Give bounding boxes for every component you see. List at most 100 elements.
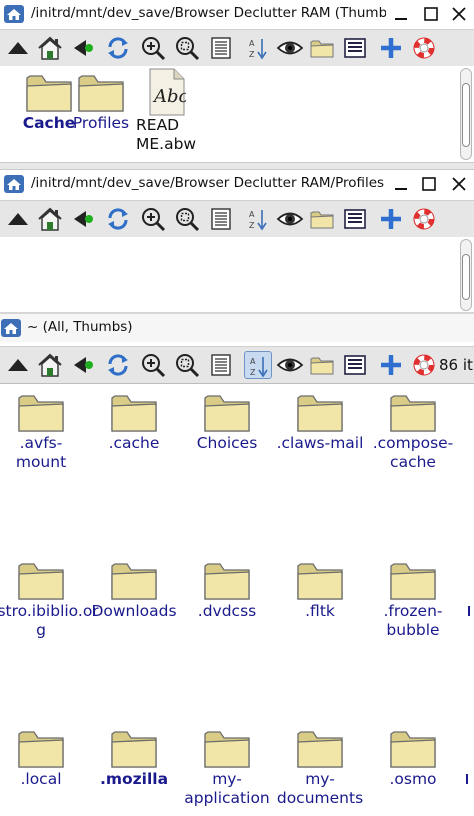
- folder-item[interactable]: .local: [0, 726, 86, 789]
- folder-item[interactable]: Downloads: [89, 558, 179, 621]
- folder-item[interactable]: .cache: [89, 390, 179, 453]
- file-label: Downloads: [91, 602, 177, 620]
- folder-item[interactable]: .frozen-bubble: [368, 558, 458, 640]
- zoom-in-button[interactable]: [139, 34, 167, 62]
- home-button[interactable]: [36, 205, 64, 233]
- back-button[interactable]: [68, 351, 96, 379]
- zoom-in-button[interactable]: [139, 351, 167, 379]
- back-button[interactable]: [68, 34, 96, 62]
- minimize-button[interactable]: [392, 5, 410, 23]
- folder-item[interactable]: .osmo: [368, 726, 458, 789]
- sort-button[interactable]: AZ: [244, 351, 272, 379]
- zoom-fit-icon: [176, 37, 200, 61]
- folder-item[interactable]: .dvdcss: [182, 558, 272, 621]
- home-button[interactable]: [36, 351, 64, 379]
- abiword-document-icon: Abc: [149, 68, 186, 116]
- folder-icon: [18, 731, 64, 768]
- folder-item[interactable]: distro.ibiblio.org: [0, 558, 99, 640]
- help-button[interactable]: [410, 351, 438, 379]
- back-button[interactable]: [68, 205, 96, 233]
- file-label: .osmo: [389, 770, 437, 788]
- zoom-fit-button[interactable]: [173, 34, 201, 62]
- zoom-fit-button[interactable]: [173, 205, 201, 233]
- file-label: my-documents: [276, 770, 364, 807]
- eye-icon: [276, 41, 304, 55]
- file-area: .avfs-mount .cache Choices .claws-mail .…: [0, 384, 474, 816]
- title-bar[interactable]: /initrd/mnt/dev_save/Browser Declutter R…: [0, 0, 474, 28]
- up-arrow-button[interactable]: [4, 351, 32, 379]
- sort-button[interactable]: AZ: [244, 205, 272, 233]
- item-count: 86 it: [439, 356, 473, 374]
- folder-item[interactable]: .fltk: [275, 558, 365, 621]
- up-arrow-button[interactable]: [4, 205, 32, 233]
- vertical-scrollbar[interactable]: [460, 68, 472, 160]
- folder-item[interactable]: .claws-mail: [275, 390, 365, 453]
- list-button[interactable]: [341, 351, 369, 379]
- close-button[interactable]: [450, 175, 468, 193]
- plus-button[interactable]: [377, 205, 405, 233]
- eye-button[interactable]: [276, 205, 304, 233]
- document-item[interactable]: Abc READ ME.abw: [121, 68, 201, 154]
- svg-text:Abc: Abc: [152, 86, 186, 107]
- folder-icon: [297, 731, 343, 768]
- folder-icon: [310, 211, 334, 229]
- refresh-button[interactable]: [104, 351, 132, 379]
- plus-button[interactable]: [377, 351, 405, 379]
- close-button[interactable]: [450, 5, 468, 23]
- filer-window-home: ~ (All, Thumbs) AZ 86 it .avfs-mount .ca…: [0, 314, 474, 816]
- folder-item[interactable]: .avfs-mount: [0, 390, 86, 472]
- details-button[interactable]: [207, 205, 235, 233]
- minimize-button[interactable]: [392, 175, 410, 193]
- up-arrow-icon: [8, 42, 28, 54]
- refresh-button[interactable]: [104, 34, 132, 62]
- details-button[interactable]: [207, 351, 235, 379]
- filer-window-profiles: /initrd/mnt/dev_save/Browser Declutter R…: [0, 170, 474, 314]
- home-button[interactable]: [36, 34, 64, 62]
- folder-item[interactable]: Choices: [182, 390, 272, 453]
- scroll-thumb[interactable]: [462, 254, 470, 300]
- folder-button[interactable]: [308, 351, 336, 379]
- home-icon: [4, 175, 24, 193]
- folder-icon: [204, 395, 250, 432]
- svg-text:A: A: [249, 210, 255, 219]
- folder-icon: [111, 563, 157, 600]
- back-icon: [74, 40, 93, 56]
- list-button[interactable]: [341, 205, 369, 233]
- folder-icon: [297, 395, 343, 432]
- file-area: Cache Profiles Abc READ ME.abw: [0, 66, 474, 162]
- up-arrow-button[interactable]: [4, 34, 32, 62]
- list-button[interactable]: [341, 34, 369, 62]
- details-button[interactable]: [207, 34, 235, 62]
- list-icon: [344, 38, 366, 58]
- folder-item[interactable]: .compose-cache: [368, 390, 458, 472]
- folder-icon: [18, 563, 64, 600]
- folder-item[interactable]: my-application: [182, 726, 272, 808]
- zoom-in-button[interactable]: [139, 205, 167, 233]
- folder-item[interactable]: my-documents: [275, 726, 365, 808]
- sort-button[interactable]: AZ: [244, 34, 272, 62]
- maximize-button[interactable]: [420, 175, 438, 193]
- title-bar[interactable]: ~ (All, Thumbs): [0, 314, 474, 342]
- folder-icon: [111, 731, 157, 768]
- partial-folder-icon: [466, 774, 474, 784]
- eye-button[interactable]: [276, 34, 304, 62]
- file-label: Choices: [196, 434, 258, 452]
- home-icon: [38, 36, 62, 60]
- scroll-thumb[interactable]: [462, 83, 470, 147]
- maximize-button[interactable]: [422, 5, 440, 23]
- zoom-fit-button[interactable]: [173, 351, 201, 379]
- home-icon: [1, 319, 21, 337]
- help-button[interactable]: [410, 34, 438, 62]
- partial-folder-icon: [468, 606, 474, 616]
- title-bar[interactable]: /initrd/mnt/dev_save/Browser Declutter R…: [0, 170, 474, 198]
- folder-button[interactable]: [308, 34, 336, 62]
- folder-button[interactable]: [308, 205, 336, 233]
- refresh-icon: [108, 354, 128, 376]
- help-button[interactable]: [410, 205, 438, 233]
- folder-item[interactable]: .mozilla: [89, 726, 179, 789]
- vertical-scrollbar[interactable]: [460, 239, 472, 311]
- eye-button[interactable]: [276, 351, 304, 379]
- refresh-button[interactable]: [104, 205, 132, 233]
- plus-button[interactable]: [377, 34, 405, 62]
- file-label: .mozilla: [99, 770, 169, 788]
